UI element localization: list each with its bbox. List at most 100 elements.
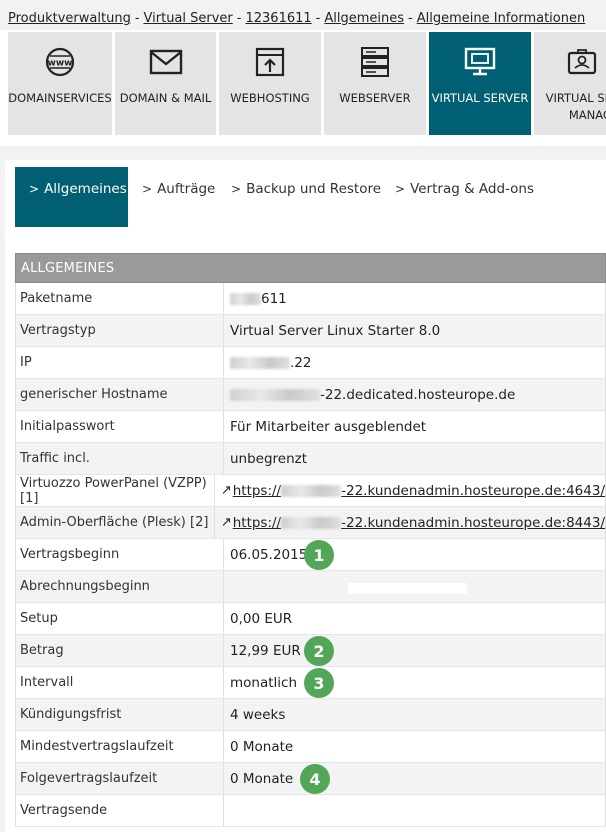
tab-allgemeines[interactable]: > Allgemeines bbox=[15, 167, 128, 227]
chevron-right-icon: > bbox=[142, 182, 153, 196]
table-row: Intervall monatlich 3 bbox=[15, 667, 606, 699]
table-row: Folgevertragslaufzeit 0 Monate 4 bbox=[15, 763, 606, 795]
upload-window-icon bbox=[254, 46, 286, 78]
row-label: Intervall bbox=[16, 667, 224, 698]
row-label: Vertragstyp bbox=[16, 315, 224, 346]
redacted-block bbox=[230, 292, 261, 305]
product-tile-domain-mail[interactable]: DOMAIN & MAIL bbox=[115, 32, 216, 135]
row-value: monatlich bbox=[230, 674, 298, 691]
row-label: Kündigungsfrist bbox=[16, 699, 224, 730]
product-label: WEBHOSTING bbox=[230, 91, 310, 105]
row-label: Traffic incl. bbox=[16, 443, 224, 474]
row-label: Vertragsende bbox=[16, 795, 224, 826]
row-label: Mindestvertragslaufzeit bbox=[16, 731, 224, 762]
redacted-block bbox=[230, 388, 320, 401]
table-row: Mindestvertragslaufzeit 0 Monate bbox=[15, 731, 606, 763]
tab-vertrag-addons[interactable]: > Vertrag & Add-ons bbox=[395, 167, 534, 227]
redacted-block bbox=[281, 516, 342, 529]
row-value: Virtual Server Linux Starter 8.0 bbox=[230, 322, 441, 339]
tab-backup-und-restore[interactable]: > Backup und Restore bbox=[231, 167, 381, 227]
product-label: VIRTUAL SERVER MANAGE bbox=[545, 91, 606, 122]
vzpp-link[interactable]: https://-22.kundenadmin.hosteurope.de:46… bbox=[233, 483, 605, 499]
row-value: 0 Monate bbox=[230, 770, 294, 787]
table-row: Admin-Oberfläche (Plesk) [2] ↗ https://-2… bbox=[15, 507, 606, 539]
row-value: 0 Monate bbox=[230, 738, 294, 755]
monitor-icon bbox=[463, 46, 497, 78]
row-label: Folgevertragslaufzeit bbox=[16, 763, 224, 794]
table-row: generischer Hostname -22.dedicated.hoste… bbox=[15, 379, 606, 411]
table-body: Paketname 611 Vertragstyp Virtual Server… bbox=[15, 283, 606, 827]
row-label: Virtuozzo PowerPanel (VZPP) [1] bbox=[16, 475, 215, 506]
row-value: unbegrenzt bbox=[230, 450, 308, 467]
row-label: Abrechnungsbeginn bbox=[16, 571, 224, 602]
table-row: Setup 0,00 EUR bbox=[15, 603, 606, 635]
annotation-badge: 2 bbox=[304, 636, 334, 666]
row-value: Für Mitarbeiter ausgeblendet bbox=[230, 418, 427, 435]
tab-auftraege[interactable]: > Aufträge bbox=[142, 167, 215, 227]
row-value: 12,99 EUR bbox=[230, 642, 301, 659]
table-row: Vertragsende bbox=[15, 795, 606, 827]
external-link-icon: ↗ bbox=[220, 515, 232, 530]
product-tile-virtual-server-manage[interactable]: VIRTUAL SERVER MANAGE bbox=[534, 32, 606, 135]
product-label: WEBSERVER bbox=[339, 91, 411, 105]
plesk-link[interactable]: https://-22.kundenadmin.hosteurope.de:84… bbox=[233, 515, 605, 531]
product-label: DOMAIN & MAIL bbox=[119, 91, 212, 105]
row-label: Initialpasswort bbox=[16, 411, 224, 442]
server-rack-icon bbox=[359, 46, 391, 78]
table-row: Paketname 611 bbox=[15, 283, 606, 315]
breadcrumb-allgemeine-informationen[interactable]: Allgemeine Informationen bbox=[417, 11, 586, 26]
table-row: Traffic incl. unbegrenzt bbox=[15, 443, 606, 475]
row-value: 0,00 EUR bbox=[230, 610, 293, 627]
svg-text:www: www bbox=[48, 59, 73, 69]
table-row: Vertragsbeginn 06.05.2015 1 bbox=[15, 539, 606, 571]
chevron-right-icon: > bbox=[231, 182, 242, 196]
row-label: generischer Hostname bbox=[16, 379, 224, 410]
row-value: 06.05.2015 bbox=[230, 546, 308, 563]
row-label: Betrag bbox=[16, 635, 224, 666]
table-row: IP .22 bbox=[15, 347, 606, 379]
product-tile-domainservices[interactable]: www DOMAINSERVICES bbox=[8, 32, 112, 135]
www-globe-icon: www bbox=[44, 46, 76, 78]
tab-bar: > Allgemeines > Aufträge > Backup und Resto… bbox=[15, 167, 606, 227]
product-tile-webserver[interactable]: WEBSERVER bbox=[324, 32, 426, 135]
redacted-block bbox=[230, 356, 290, 369]
breadcrumb-produktverwaltung[interactable]: Produktverwaltung bbox=[8, 11, 131, 26]
product-tile-virtual-server[interactable]: VIRTUAL SERVER bbox=[429, 32, 531, 135]
table-row: Abrechnungsbeginn bbox=[15, 571, 606, 603]
breadcrumb-allgemeines[interactable]: Allgemeines bbox=[324, 11, 404, 26]
product-bar: www DOMAINSERVICES DOMAIN & MAIL WEBHOST… bbox=[0, 30, 606, 146]
product-tile-webhosting[interactable]: WEBHOSTING bbox=[219, 32, 321, 135]
row-value: 4 weeks bbox=[230, 706, 286, 723]
row-label: IP bbox=[16, 347, 224, 378]
annotation-badge: 1 bbox=[304, 540, 334, 570]
breadcrumb-virtual-server[interactable]: Virtual Server bbox=[144, 11, 233, 26]
annotation-badge: 4 bbox=[300, 764, 330, 794]
row-label: Admin-Oberfläche (Plesk) [2] bbox=[16, 507, 215, 538]
section-header: ALLGEMEINES bbox=[15, 253, 606, 283]
breadcrumb: Produktverwaltung - Virtual Server -1236161… bbox=[8, 11, 586, 26]
redacted-bar bbox=[348, 583, 467, 594]
row-value: .22 bbox=[290, 354, 312, 371]
row-value: 611 bbox=[261, 290, 287, 307]
table-row: Initialpasswort Für Mitarbeiter ausgeble… bbox=[15, 411, 606, 443]
table-row: Vertragstyp Virtual Server Linux Starter… bbox=[15, 315, 606, 347]
chevron-right-icon: > bbox=[29, 182, 40, 196]
table-row: Virtuozzo PowerPanel (VZPP) [1] ↗ https:/… bbox=[15, 475, 606, 507]
product-label: DOMAINSERVICES bbox=[8, 91, 112, 105]
row-value: -22.dedicated.hosteurope.de bbox=[320, 386, 516, 403]
row-label: Vertragsbeginn bbox=[16, 539, 224, 570]
annotation-badge: 3 bbox=[304, 668, 334, 698]
row-label: Paketname bbox=[16, 283, 224, 314]
table-row: Betrag 12,99 EUR 2 bbox=[15, 635, 606, 667]
external-link-icon: ↗ bbox=[220, 483, 232, 498]
table-row: Kündigungsfrist 4 weeks bbox=[15, 699, 606, 731]
chevron-right-icon: > bbox=[395, 182, 406, 196]
product-label: VIRTUAL SERVER bbox=[431, 91, 529, 105]
redacted-block bbox=[281, 484, 342, 497]
row-label: Setup bbox=[16, 603, 224, 634]
main-panel: > Allgemeines > Aufträge > Backup und Resto… bbox=[5, 160, 606, 832]
envelope-icon bbox=[149, 46, 183, 78]
breadcrumb-contract-id[interactable]: 12361611 bbox=[245, 11, 311, 26]
info-table: ALLGEMEINES Paketname 611 Vertragstyp Vi… bbox=[15, 253, 606, 827]
id-card-icon bbox=[566, 46, 598, 78]
